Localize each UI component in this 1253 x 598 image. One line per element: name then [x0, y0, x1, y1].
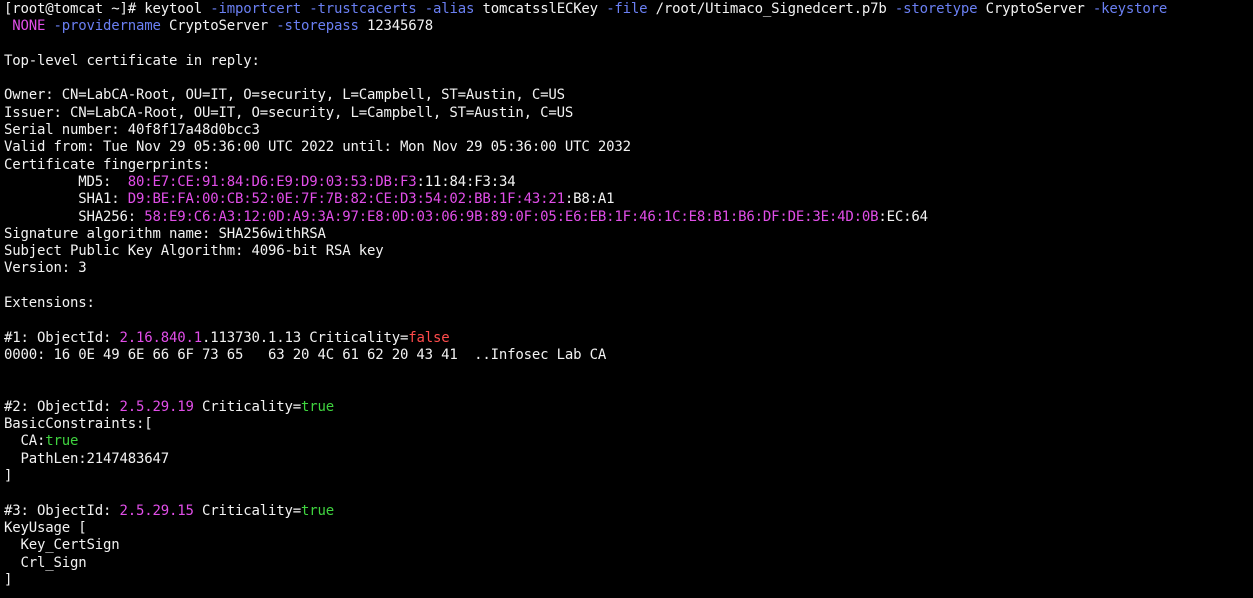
terminal-text-segment: 2.5.29.15 [119, 502, 194, 519]
terminal-text-segment: Subject Public Key Algorithm: 4096-bit R… [4, 243, 384, 260]
terminal-text-segment: Criticality= [193, 502, 301, 519]
terminal-text-segment: MD5: [4, 173, 128, 190]
terminal-text-segment: :B8:A1 [564, 191, 615, 208]
terminal-line: Crl_Sign [4, 555, 1249, 572]
terminal-text-segment: 58:E9:C6:A3:12:0D:A9:3A:97:E8:0D:03:06:9… [144, 208, 879, 225]
terminal-text-segment: 2.16.840.1 [119, 329, 202, 346]
terminal-text-segment: Owner: CN=LabCA-Root, OU=IT, O=security,… [4, 87, 565, 104]
terminal-text-segment: [root@tomcat ~]# keytool [4, 1, 211, 17]
terminal-text-segment: Valid from: Tue Nov 29 05:36:00 UTC 2022… [4, 139, 631, 156]
terminal-text-segment: #3: ObjectId: [4, 502, 120, 519]
terminal-text-segment: true [300, 502, 334, 519]
terminal-line: MD5: 80:E7:CE:91:84:D6:E9:D9:03:53:DB:F3… [4, 174, 1249, 191]
terminal-line: #3: ObjectId: 2.5.29.15 Criticality=true [4, 503, 1249, 520]
terminal-text-segment: NONE [12, 18, 46, 35]
terminal-text-segment: Certificate fingerprints: [4, 156, 211, 173]
terminal-text-segment: ] [4, 571, 13, 588]
terminal-line: Serial number: 40f8f17a48d0bcc3 [4, 122, 1249, 139]
terminal-text-segment: true [45, 433, 79, 450]
terminal-text-segment: Crl_Sign [4, 554, 87, 571]
terminal-line: Valid from: Tue Nov 29 05:36:00 UTC 2022… [4, 139, 1249, 156]
terminal-text-segment: Version: 3 [4, 260, 87, 277]
terminal-text-segment: KeyUsage [ [4, 519, 87, 536]
terminal-text-segment: 0000: 16 0E 49 6E 66 6F 73 65 63 20 4C 6… [4, 346, 607, 363]
terminal-line: Top-level certificate in reply: [4, 53, 1249, 70]
terminal-text-segment: :11:84:F3:34 [416, 173, 516, 190]
terminal-line: Extensions: [4, 295, 1249, 312]
terminal-line: Key_CertSign [4, 537, 1249, 554]
terminal-line: #1: ObjectId: 2.16.840.1.113730.1.13 Cri… [4, 330, 1249, 347]
terminal-text-segment: -storetype [894, 1, 978, 17]
terminal-text-segment: Issuer: CN=LabCA-Root, OU=IT, O=security… [4, 104, 574, 121]
terminal-text-segment: Top-level certificate in reply: [4, 52, 260, 69]
terminal-line: Owner: CN=LabCA-Root, OU=IT, O=security,… [4, 87, 1249, 104]
terminal-window[interactable]: [root@tomcat ~]# keytool -importcert -tr… [0, 0, 1253, 598]
terminal-line: KeyUsage [ [4, 520, 1249, 537]
terminal-text-segment: 2.5.29.19 [119, 398, 194, 415]
terminal-text-segment: true [300, 398, 334, 415]
terminal-text-segment: tomcatsslECKey [474, 1, 607, 17]
terminal-text-segment: -keystore [1092, 1, 1168, 17]
terminal-text-segment: CryptoServer [977, 1, 1093, 17]
terminal-line: PathLen:2147483647 [4, 451, 1249, 468]
terminal-line: 0000: 16 0E 49 6E 66 6F 73 65 63 20 4C 6… [4, 347, 1249, 364]
terminal-line: Certificate fingerprints: [4, 157, 1249, 174]
terminal-text-segment: SHA1: [4, 191, 128, 208]
terminal-text-segment: :EC:64 [878, 208, 928, 225]
terminal-line: [root@tomcat ~]# keytool -importcert -tr… [4, 1, 1249, 18]
terminal-line: SHA256: 58:E9:C6:A3:12:0D:A9:3A:97:E8:0D… [4, 209, 1249, 226]
terminal-text-segment: Signature algorithm name: SHA256withRSA [4, 225, 326, 242]
terminal-text-segment: 12345678 [358, 18, 433, 35]
terminal-line: Issuer: CN=LabCA-Root, OU=IT, O=security… [4, 105, 1249, 122]
terminal-text-segment: -storepass [276, 18, 359, 35]
terminal-text-segment: ] [4, 468, 13, 485]
terminal-line: #2: ObjectId: 2.5.29.19 Criticality=true [4, 399, 1249, 416]
terminal-text-segment: 80:E7:CE:91:84:D6:E9:D9:03:53:DB:F3 [127, 173, 417, 190]
terminal-text-segment: #1: ObjectId: [4, 329, 120, 346]
terminal-text-segment: -alias [424, 1, 475, 17]
terminal-text-segment: -providername [53, 18, 161, 35]
terminal-line: Signature algorithm name: SHA256withRSA [4, 226, 1249, 243]
terminal-text-segment: .113730.1.13 Criticality= [201, 329, 409, 346]
terminal-line: BasicConstraints:[ [4, 416, 1249, 433]
terminal-text-segment: CA: [4, 433, 46, 450]
terminal-line: SHA1: D9:BE:FA:00:CB:52:0E:7F:7B:82:CE:D… [4, 191, 1249, 208]
terminal-text-segment: -trustcacerts [309, 1, 417, 17]
terminal-text-segment: Criticality= [193, 398, 301, 415]
terminal-text-segment: SHA256: [4, 208, 145, 225]
terminal-text-segment: #2: ObjectId: [4, 398, 120, 415]
terminal-text-segment: Key_CertSign [4, 537, 120, 554]
terminal-line: Version: 3 [4, 260, 1249, 277]
terminal-line: NONE -providername CryptoServer -storepa… [4, 18, 1249, 35]
terminal-line: ] [4, 572, 1249, 589]
terminal-text-segment: BasicConstraints:[ [4, 416, 153, 433]
terminal-text-segment: -file [606, 1, 648, 17]
terminal-text-segment: CryptoServer [160, 18, 277, 35]
terminal-line: CA:true [4, 433, 1249, 450]
terminal-text-segment: Serial number: 40f8f17a48d0bcc3 [4, 122, 260, 139]
terminal-text-segment: false [408, 329, 450, 346]
terminal-line: Subject Public Key Algorithm: 4096-bit R… [4, 243, 1249, 260]
terminal-text-segment: PathLen:2147483647 [4, 450, 169, 467]
terminal-text-segment: Extensions: [4, 295, 95, 312]
terminal-text-segment: -importcert [210, 1, 301, 17]
terminal-line: ] [4, 468, 1249, 485]
terminal-text-segment: /root/Utimaco_Signedcert.p7b [647, 1, 895, 17]
terminal-text-segment: D9:BE:FA:00:CB:52:0E:7F:7B:82:CE:D3:54:0… [127, 191, 565, 208]
